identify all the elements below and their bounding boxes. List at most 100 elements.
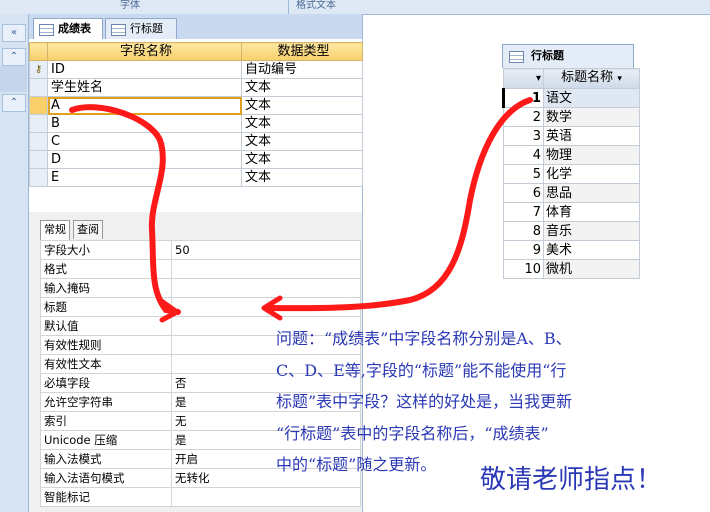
data-type-cell[interactable]: 文本	[241, 78, 363, 97]
row-title-datasheet: 行标题 ▾ 标题名称 ▾ 1 语文 2 数学 3 英语 4 物理 5 化学 6 思品 7 体育…	[502, 44, 640, 284]
title-name-cell[interactable]: 化学	[543, 164, 640, 184]
tab-score-table[interactable]: 成绩表	[33, 18, 103, 39]
question-line: 标题”表中字段？这样的好处是，当我更新	[276, 392, 573, 411]
table-row[interactable]: 3 英语	[503, 126, 640, 146]
table-row[interactable]: 7 体育	[503, 202, 640, 222]
data-type-cell[interactable]: 文本	[241, 96, 363, 115]
id-cell[interactable]: 5	[503, 164, 544, 184]
primary-key-icon[interactable]: ⚷	[29, 60, 48, 79]
field-name-cell[interactable]: ID	[47, 60, 242, 79]
table-row[interactable]: 2 数学	[503, 107, 640, 127]
property-name: 输入法语句模式	[40, 468, 172, 488]
tab-row-title-datasheet[interactable]: 行标题	[502, 44, 634, 68]
document-tab-strip: 成绩表 行标题	[29, 14, 362, 39]
id-cell[interactable]: 9	[503, 240, 544, 260]
property-value[interactable]	[171, 259, 361, 279]
title-name-cell[interactable]: 数学	[543, 107, 640, 127]
collapse-nav-button[interactable]: «	[2, 24, 26, 42]
chevron-down-icon[interactable]: ▾	[617, 74, 622, 84]
ribbon-strip: 字体 格式文本	[0, 0, 710, 15]
property-value[interactable]	[171, 297, 361, 317]
table-row[interactable]: D 文本	[29, 150, 363, 169]
table-row[interactable]: C 文本	[29, 132, 363, 151]
field-design-grid: 字段名称 数据类型 ⚷ ID 自动编号 学生姓名 文本 A 文本 B 文本 C …	[29, 42, 363, 187]
title-name-cell[interactable]: 音乐	[543, 221, 640, 241]
field-name-cell-editing[interactable]: A	[47, 96, 242, 115]
table-row[interactable]: A 文本	[29, 96, 363, 115]
title-name-cell[interactable]: 思品	[543, 183, 640, 203]
id-cell[interactable]: 4	[503, 145, 544, 165]
data-type-cell[interactable]: 自动编号	[241, 60, 363, 79]
row-selector[interactable]	[29, 78, 48, 97]
table-row[interactable]: E 文本	[29, 168, 363, 187]
table-row[interactable]: 6 思品	[503, 183, 640, 203]
tab-row-title[interactable]: 行标题	[105, 18, 177, 39]
row-selector-header	[29, 42, 48, 61]
question-text: 问题：“成绩表”中字段名称分别是A、B、 C、D、E等,字段的“标题”能不能使用…	[276, 323, 636, 481]
property-value[interactable]: 50	[171, 240, 361, 260]
property-row[interactable]: 标题	[40, 297, 361, 317]
title-name-cell[interactable]: 物理	[543, 145, 640, 165]
data-type-cell[interactable]: 文本	[241, 132, 363, 151]
row-selector[interactable]	[29, 150, 48, 169]
question-line: C、D、E等,字段的“标题”能不能使用“行	[276, 360, 567, 380]
table-row[interactable]: 10 微机	[503, 259, 640, 279]
chevron-down-icon[interactable]: ▾	[503, 68, 544, 89]
table-row[interactable]: 5 化学	[503, 164, 640, 184]
table-row[interactable]: 8 音乐	[503, 221, 640, 241]
property-row[interactable]: 格式	[40, 259, 361, 279]
property-name: 索引	[40, 411, 172, 431]
table-row[interactable]: B 文本	[29, 114, 363, 133]
row-selector[interactable]	[29, 168, 48, 187]
title-name-cell[interactable]: 美术	[543, 240, 640, 260]
property-row[interactable]: 输入掩码	[40, 278, 361, 298]
header-title-name[interactable]: 标题名称 ▾	[543, 68, 640, 89]
nav-selected-item[interactable]	[0, 66, 27, 92]
property-name: 必填字段	[40, 373, 172, 393]
title-name-cell[interactable]: 体育	[543, 202, 640, 222]
header-field-name: 字段名称	[47, 42, 242, 61]
tab-label: 行标题	[130, 22, 163, 35]
title-name-cell[interactable]: 英语	[543, 126, 640, 146]
tab-lookup[interactable]: 查阅	[73, 220, 103, 239]
ribbon-group-format: 格式文本	[296, 0, 336, 11]
field-name-cell[interactable]: C	[47, 132, 242, 151]
title-name-cell[interactable]: 微机	[543, 259, 640, 279]
property-row[interactable]: 智能标记	[40, 487, 361, 507]
chevron-up-icon[interactable]: ⌃	[2, 48, 26, 66]
table-icon	[39, 24, 54, 36]
field-name-cell[interactable]: B	[47, 114, 242, 133]
field-name-cell[interactable]: E	[47, 168, 242, 187]
id-cell[interactable]: 1	[502, 88, 544, 108]
row-selector[interactable]	[29, 132, 48, 151]
data-type-cell[interactable]: 文本	[241, 114, 363, 133]
grid-header-row: ▾ 标题名称 ▾	[503, 68, 640, 89]
property-name: 格式	[40, 259, 172, 279]
table-row[interactable]: 4 物理	[503, 145, 640, 165]
row-selector[interactable]	[29, 114, 48, 133]
property-name: 智能标记	[40, 487, 172, 507]
id-cell[interactable]: 3	[503, 126, 544, 146]
data-type-cell[interactable]: 文本	[241, 168, 363, 187]
table-row[interactable]: 9 美术	[503, 240, 640, 260]
property-row[interactable]: 字段大小 50	[40, 240, 361, 260]
table-row[interactable]: 1 语文	[502, 88, 640, 108]
id-cell[interactable]: 10	[503, 259, 544, 279]
chevron-up-icon[interactable]: ⌃	[2, 94, 26, 112]
id-cell[interactable]: 6	[503, 183, 544, 203]
table-row[interactable]: ⚷ ID 自动编号	[29, 60, 363, 79]
field-name-cell[interactable]: 学生姓名	[47, 78, 242, 97]
navigation-pane: « ⌃ ⌃	[0, 14, 29, 512]
id-cell[interactable]: 7	[503, 202, 544, 222]
table-row[interactable]: 学生姓名 文本	[29, 78, 363, 97]
property-value[interactable]	[171, 278, 361, 298]
id-cell[interactable]: 8	[503, 221, 544, 241]
property-value[interactable]	[171, 487, 361, 507]
data-type-cell[interactable]: 文本	[241, 150, 363, 169]
id-cell[interactable]: 2	[503, 107, 544, 127]
tab-general[interactable]: 常规	[40, 220, 70, 240]
row-title-grid: ▾ 标题名称 ▾ 1 语文 2 数学 3 英语 4 物理 5 化学 6 思品 7 体育 8 音乐…	[502, 68, 640, 279]
row-selector-current[interactable]	[29, 96, 48, 115]
title-name-cell[interactable]: 语文	[543, 88, 640, 108]
field-name-cell[interactable]: D	[47, 150, 242, 169]
